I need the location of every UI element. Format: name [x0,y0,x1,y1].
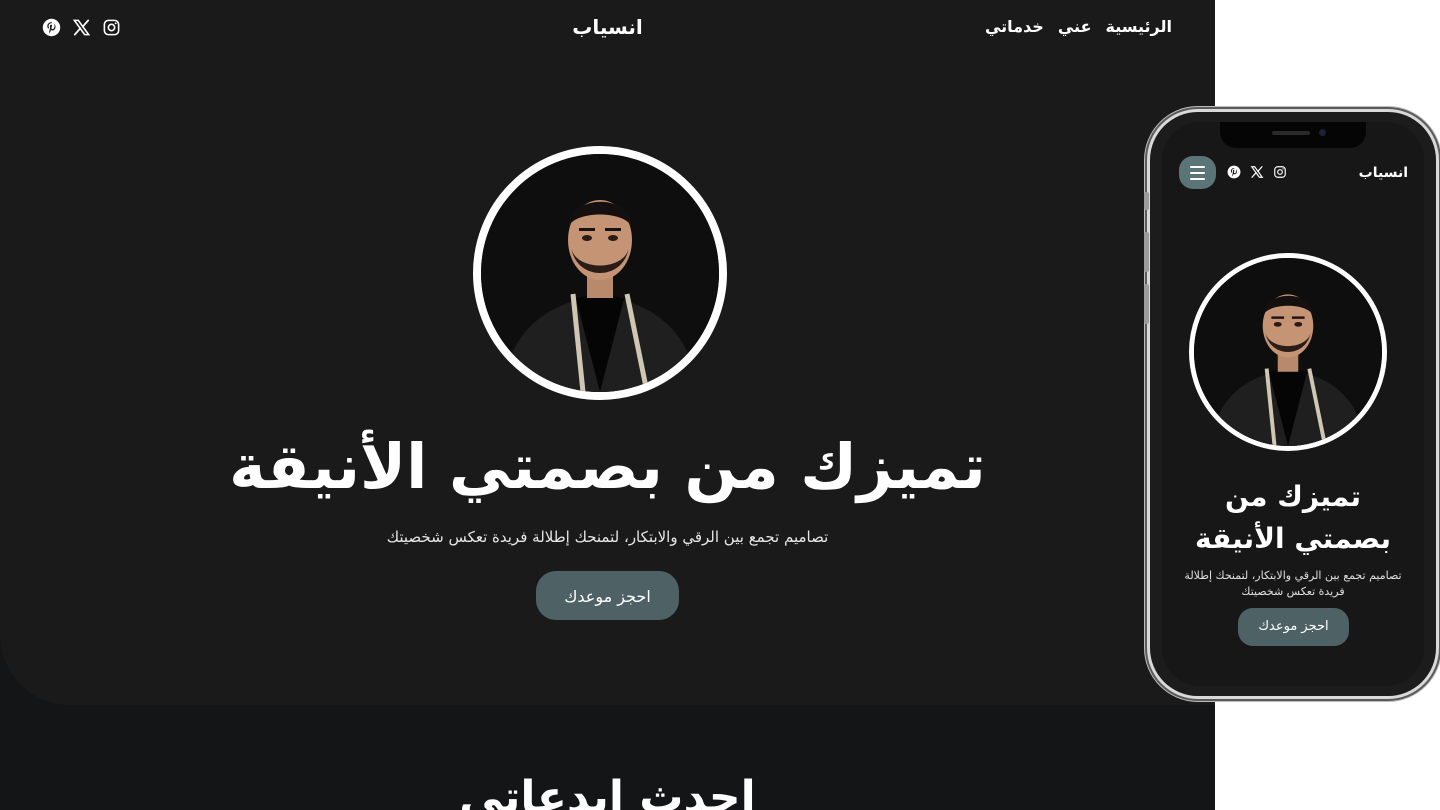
social-links [42,18,121,37]
navbar: الرئيسية عني خدماتي انسياب [0,0,1215,58]
hamburger-menu-button[interactable] [1179,156,1216,189]
pinterest-icon[interactable] [1227,165,1241,179]
pinterest-icon[interactable] [42,18,61,37]
menu-icon-bar [1190,172,1205,174]
phone-camera [1319,129,1326,136]
mobile-book-appointment-button[interactable]: احجز موعدك [1238,608,1349,646]
mobile-hero-title: تميزك من بصمتي الأنيقة [1195,480,1391,555]
x-icon[interactable] [72,18,91,37]
hero-title: تميزك من بصمتي الأنيقة [229,430,986,503]
works-section-title: احدث ابدعاتي [459,772,756,810]
designer-portrait [473,146,727,400]
instagram-icon[interactable] [1273,165,1287,179]
mobile-preview: انسياب تميزك من بصمتي الأنيقة تصاميم تجم… [1144,112,1436,696]
phone-notch [1220,122,1366,148]
book-appointment-button[interactable]: احجز موعدك [536,571,679,620]
desktop-preview: احدث ابدعاتي الرئيسية عني خدماتي انسياب [0,0,1215,810]
mobile-designer-portrait-image [1194,258,1382,446]
menu-icon-bar [1190,166,1205,168]
phone-silent-switch [1144,192,1149,210]
phone-speaker [1272,131,1310,135]
brand-logo[interactable]: انسياب [0,15,1215,39]
phone-volume-up [1144,232,1149,272]
x-icon[interactable] [1250,165,1264,179]
mobile-social-links [1227,165,1287,179]
mobile-hero-subtitle: تصاميم تجمع بين الرقي والابتكار، لتمنحك … [1184,569,1402,598]
menu-icon-bar [1190,178,1205,180]
mobile-screen: انسياب تميزك من بصمتي الأنيقة تصاميم تجم… [1162,122,1424,686]
instagram-icon[interactable] [102,18,121,37]
hero-subtitle: تصاميم تجمع بين الرقي والابتكار، لتمنحك … [386,528,829,546]
mobile-designer-portrait [1189,253,1387,451]
phone-volume-down [1144,284,1149,324]
mobile-brand-logo[interactable]: انسياب [1359,165,1408,181]
designer-portrait-image [481,154,719,392]
